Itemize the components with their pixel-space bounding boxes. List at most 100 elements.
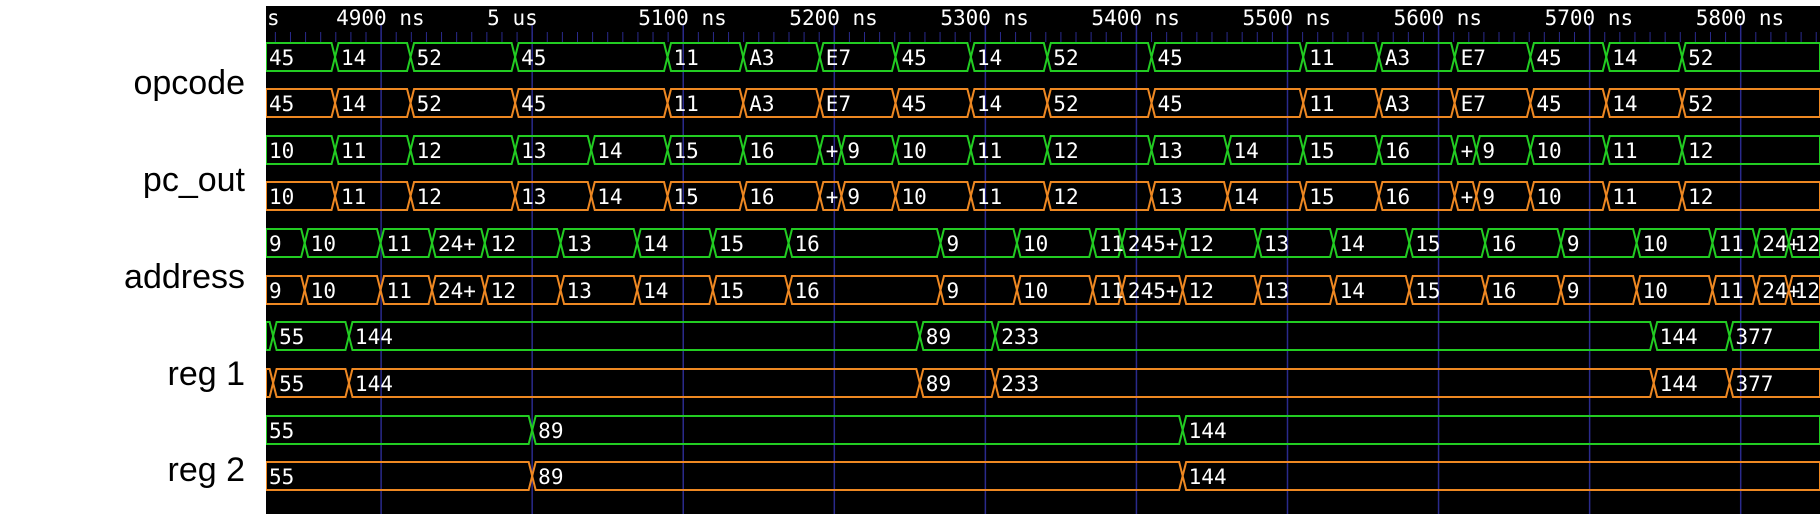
time-tick-label: 5 us bbox=[487, 6, 538, 30]
segment-value-label: 10 bbox=[901, 139, 926, 163]
segment-value-label: 10 bbox=[1023, 232, 1048, 256]
segment-value-label: 15 bbox=[1309, 139, 1334, 163]
segment-value-label: 11 bbox=[977, 185, 1002, 209]
segment-value-label: 10 bbox=[311, 279, 336, 303]
segment-value-label: 55 bbox=[279, 325, 304, 349]
segment-value-label: 10 bbox=[1643, 279, 1668, 303]
segment-value-label: 16 bbox=[1491, 232, 1516, 256]
segment-value-label: 9 bbox=[269, 232, 282, 256]
segment-value-label: 12 bbox=[1053, 139, 1078, 163]
segment-value-label: 15 bbox=[674, 139, 699, 163]
segment-value-label: 45 bbox=[269, 46, 294, 70]
segment-value-label: 15 bbox=[1415, 279, 1440, 303]
segment-value-label: 377 bbox=[1736, 325, 1774, 349]
segment-value-label: 9 bbox=[1482, 139, 1495, 163]
segment-value-label: 12 bbox=[491, 232, 516, 256]
segment-value-label: 9 bbox=[1567, 232, 1580, 256]
segment-value-label: 13 bbox=[567, 279, 592, 303]
segment-value-label: 14 bbox=[643, 279, 668, 303]
segment-value-label: 15 bbox=[1309, 185, 1334, 209]
segment-value-label: 45 bbox=[1536, 92, 1561, 116]
segment-value-label: 13 bbox=[521, 139, 546, 163]
segment-value-label: 55 bbox=[269, 419, 294, 443]
time-tick-label: 5500 ns bbox=[1242, 6, 1331, 30]
segment-value-label: 11 bbox=[674, 92, 699, 116]
segment-value-label: 45 bbox=[521, 92, 546, 116]
segment-value-label: 10 bbox=[269, 139, 294, 163]
segment-value-label: 16 bbox=[795, 279, 820, 303]
segment-value-label: 13 bbox=[1158, 185, 1183, 209]
segment-value-label: 10 bbox=[311, 232, 336, 256]
segment-value-label: 377 bbox=[1736, 372, 1774, 396]
segment-value-label: 14 bbox=[1340, 279, 1365, 303]
segment-value-label: + bbox=[826, 139, 839, 163]
segment-value-label: 11 bbox=[674, 46, 699, 70]
segment-value-label: 11 bbox=[1612, 139, 1637, 163]
time-tick-label: 5400 ns bbox=[1091, 6, 1180, 30]
waveform-view[interactable]: s 4900 ns 5 us 5100 ns 5200 ns 5300 ns 5400 ns… bbox=[0, 0, 1820, 521]
segment-value-label: 10 bbox=[1536, 139, 1561, 163]
time-tick-label: 5700 ns bbox=[1545, 6, 1634, 30]
time-tick-label: 5200 ns bbox=[789, 6, 878, 30]
segment-value-label: + bbox=[1461, 139, 1474, 163]
segment-value-label: 45 bbox=[521, 46, 546, 70]
segment-value-label: 12 bbox=[1189, 279, 1214, 303]
segment-value-label: 14 bbox=[1234, 139, 1259, 163]
segment-value-label: 233 bbox=[1001, 372, 1039, 396]
segment-value-label: 52 bbox=[1688, 92, 1713, 116]
segment-value-label: 144 bbox=[1189, 419, 1227, 443]
segment-value-label: 14 bbox=[977, 92, 1002, 116]
segment-value-label: 45 bbox=[901, 92, 926, 116]
segment-value-label: 10 bbox=[269, 185, 294, 209]
segment-value-label: 11 bbox=[1718, 279, 1743, 303]
segment-value-label: 14 bbox=[1612, 92, 1637, 116]
segment-value-label: 15 bbox=[1415, 232, 1440, 256]
time-tick-label: 5600 ns bbox=[1394, 6, 1483, 30]
segment-value-label: 12 bbox=[1189, 232, 1214, 256]
segment-value-label: 13 bbox=[1264, 232, 1289, 256]
segment-value-label: 45 bbox=[901, 46, 926, 70]
segment-value-label: 15 bbox=[719, 279, 744, 303]
time-tick-label: 5800 ns bbox=[1696, 6, 1785, 30]
segment-value-label: E7 bbox=[1461, 92, 1486, 116]
segment-value-label: 9 bbox=[947, 232, 960, 256]
segment-value-label: 12 bbox=[1795, 232, 1820, 256]
segment-value-label: A3 bbox=[749, 46, 774, 70]
segment-value-label: 45 bbox=[1158, 46, 1183, 70]
segment-value-label: 9 bbox=[947, 279, 960, 303]
segment-value-label: 15 bbox=[719, 232, 744, 256]
segment-value-label: 16 bbox=[1385, 185, 1410, 209]
segment-value-label: 16 bbox=[749, 139, 774, 163]
segment-value-label: 13 bbox=[521, 185, 546, 209]
segment-value-label: 9 bbox=[269, 279, 282, 303]
segment-value-label: A3 bbox=[1385, 92, 1410, 116]
segment-value-label: 10 bbox=[1643, 232, 1668, 256]
segment-value-label: 144 bbox=[1660, 372, 1698, 396]
segment-value-label: 89 bbox=[926, 372, 951, 396]
time-tick-label: 5300 ns bbox=[940, 6, 1029, 30]
segment-value-label: 11 bbox=[341, 139, 366, 163]
segment-value-label: 11 bbox=[387, 279, 412, 303]
segment-value-label: 14 bbox=[1340, 232, 1365, 256]
segment-value-label: + bbox=[1461, 185, 1474, 209]
segment-value-label: 55 bbox=[279, 372, 304, 396]
segment-value-label: 89 bbox=[538, 465, 563, 489]
segment-value-label: 52 bbox=[1053, 92, 1078, 116]
segment-value-label: 14 bbox=[597, 139, 622, 163]
segment-value-label: 11 bbox=[1718, 232, 1743, 256]
segment-value-label: 89 bbox=[926, 325, 951, 349]
segment-value-label: 10 bbox=[901, 185, 926, 209]
segment-value-label: 11 bbox=[1099, 279, 1124, 303]
segment-value-label: 12 bbox=[1688, 139, 1713, 163]
segment-value-label: 15 bbox=[674, 185, 699, 209]
segment-value-label: 11 bbox=[1309, 92, 1334, 116]
segment-value-label: 16 bbox=[1385, 139, 1410, 163]
segment-value-label: 52 bbox=[1053, 46, 1078, 70]
segment-value-label: 16 bbox=[749, 185, 774, 209]
segment-value-label: E7 bbox=[1461, 46, 1486, 70]
segment-value-label: 55 bbox=[269, 465, 294, 489]
segment-value-label: 144 bbox=[355, 325, 393, 349]
segment-value-label: E7 bbox=[826, 92, 851, 116]
segment-value-label: 11 bbox=[1309, 46, 1334, 70]
segment-value-label: 9 bbox=[847, 185, 860, 209]
